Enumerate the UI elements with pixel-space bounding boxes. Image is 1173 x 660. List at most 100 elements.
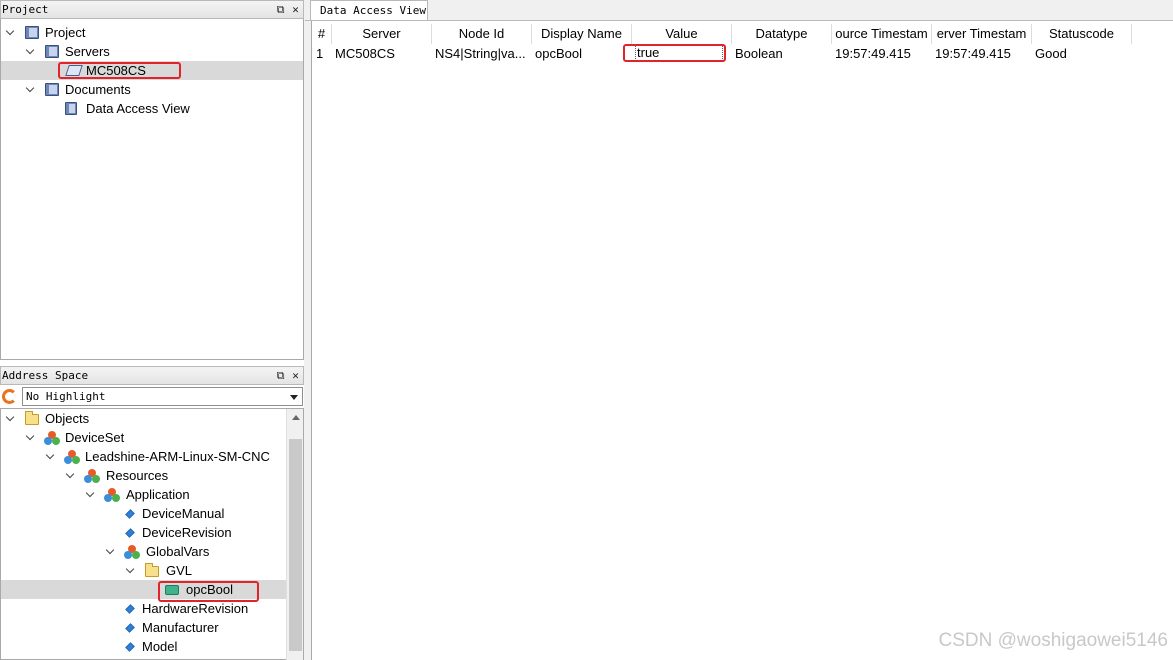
cell-index: 1 <box>316 46 324 61</box>
tree-item-servers[interactable]: Servers <box>1 42 303 61</box>
property-icon <box>125 604 135 614</box>
tree-item-label: Data Access View <box>86 101 190 116</box>
server-icon <box>65 65 83 76</box>
tree-item-opcbool[interactable]: opcBool <box>1 580 286 599</box>
cell-statuscode: Good <box>1035 46 1067 61</box>
object-icon <box>64 450 80 464</box>
project-pane-title-text: Project <box>2 3 49 16</box>
tree-item-objects[interactable]: Objects <box>1 409 286 428</box>
variable-icon <box>165 585 179 595</box>
tree-item-leadshine[interactable]: Leadshine-ARM-Linux-SM-CNC <box>1 447 286 466</box>
chevron-down-icon[interactable] <box>106 542 116 561</box>
tree-item-label: Model <box>142 639 178 654</box>
column-header-statuscode[interactable]: Statuscode <box>1032 24 1132 44</box>
document-icon <box>65 102 77 115</box>
data-access-table: # Server Node Id Display Name Value Data… <box>311 21 1173 660</box>
cell-datatype: Boolean <box>735 46 783 61</box>
highlight-select[interactable]: No Highlight <box>22 387 303 406</box>
refresh-icon[interactable] <box>2 389 17 404</box>
tree-item-label: DeviceRevision <box>142 525 232 540</box>
value-field[interactable]: true <box>635 45 723 61</box>
close-pane-icon[interactable]: ✕ <box>290 4 301 15</box>
tree-item-data-access-view[interactable]: Data Access View <box>1 99 303 118</box>
tree-item-devicerevision[interactable]: DeviceRevision <box>1 523 286 542</box>
float-pane-icon[interactable]: ⧉ <box>275 370 286 381</box>
column-header-value[interactable]: Value <box>632 24 732 44</box>
cell-server-timestamp: 19:57:49.415 <box>935 46 1011 61</box>
property-icon <box>125 528 135 538</box>
chevron-down-icon[interactable] <box>46 447 56 466</box>
tree-item-label: Objects <box>45 411 90 426</box>
property-icon <box>125 642 135 652</box>
highlight-select-value: No Highlight <box>26 390 106 403</box>
project-pane: Project ⧉ ✕ Project Servers MC508CS Docu… <box>0 0 304 360</box>
project-pane-title: Project ⧉ ✕ <box>0 0 304 19</box>
column-header-server[interactable]: Server <box>332 24 432 44</box>
column-header-server-timestamp[interactable]: erver Timestam <box>932 24 1032 44</box>
property-icon <box>125 623 135 633</box>
watermark: CSDN @woshigaowei5146 <box>938 630 1168 651</box>
column-header-node-id[interactable]: Node Id <box>432 24 532 44</box>
tree-item-label: GVL <box>166 563 193 578</box>
tree-item-label: MC508CS <box>86 63 146 78</box>
tree-item-label: GlobalVars <box>146 544 210 559</box>
address-pane-title-text: Address Space <box>2 369 89 382</box>
documents-icon <box>45 83 59 96</box>
folder-icon <box>25 411 39 425</box>
column-header-index[interactable]: # <box>312 24 332 44</box>
tree-item-gvl[interactable]: GVL <box>1 561 286 580</box>
chevron-down-icon[interactable] <box>26 428 36 447</box>
column-header-display-name[interactable]: Display Name <box>532 24 632 44</box>
address-pane-title: Address Space ⧉ ✕ <box>0 366 304 385</box>
close-pane-icon[interactable]: ✕ <box>290 370 301 381</box>
cell-server: MC508CS <box>335 46 395 61</box>
servers-icon <box>45 45 59 58</box>
tree-item-project[interactable]: Project <box>1 23 303 42</box>
chevron-down-icon[interactable] <box>86 485 96 504</box>
column-header-source-timestamp[interactable]: ource Timestam <box>832 24 932 44</box>
tree-item-devicemanual[interactable]: DeviceManual <box>1 504 286 523</box>
tree-item-label: Manufacturer <box>142 620 219 635</box>
tree-item-deviceset[interactable]: DeviceSet <box>1 428 286 447</box>
cell-node-id: NS4|String|va... <box>435 46 526 61</box>
tree-item-hardwarerevision[interactable]: HardwareRevision <box>1 599 286 618</box>
tree-item-label: Resources <box>106 468 169 483</box>
project-tree: Project Servers MC508CS Documents Data A… <box>0 19 304 360</box>
object-icon <box>124 545 140 559</box>
chevron-down-icon[interactable] <box>126 561 136 580</box>
chevron-down-icon[interactable] <box>26 80 36 99</box>
tree-item-globalvars[interactable]: GlobalVars <box>1 542 286 561</box>
scroll-thumb[interactable] <box>289 439 302 651</box>
tree-item-label: Servers <box>65 44 110 59</box>
tree-item-label: DeviceManual <box>142 506 225 521</box>
float-pane-icon[interactable]: ⧉ <box>275 4 286 15</box>
tree-item-label: DeviceSet <box>65 430 125 445</box>
tree-item-label: Documents <box>65 82 131 97</box>
tab-data-access-view[interactable]: Data Access View <box>310 0 428 20</box>
tab-strip <box>305 0 1173 21</box>
tree-item-label: Application <box>126 487 190 502</box>
tree-item-label: Project <box>45 25 86 40</box>
column-header-datatype[interactable]: Datatype <box>732 24 832 44</box>
tree-item-resources[interactable]: Resources <box>1 466 286 485</box>
tree-item-application[interactable]: Application <box>1 485 286 504</box>
tree-item-manufacturer[interactable]: Manufacturer <box>1 618 286 637</box>
object-icon <box>84 469 100 483</box>
tree-item-documents[interactable]: Documents <box>1 80 303 99</box>
object-icon <box>44 431 60 445</box>
chevron-down-icon[interactable] <box>6 409 16 428</box>
address-tree-scrollbar[interactable] <box>286 409 303 660</box>
tree-item-label: HardwareRevision <box>142 601 249 616</box>
chevron-down-icon[interactable] <box>6 23 16 42</box>
chevron-down-icon[interactable] <box>66 466 76 485</box>
dropdown-arrow-icon[interactable] <box>290 395 298 400</box>
tree-item-model[interactable]: Model <box>1 637 286 656</box>
tree-item-mc508cs[interactable]: MC508CS <box>1 61 303 80</box>
property-icon <box>125 509 135 519</box>
address-tree: Objects DeviceSet Leadshine-ARM-Linux-SM… <box>0 408 304 660</box>
tree-item-label: Leadshine-ARM-Linux-SM-CNC <box>85 449 270 464</box>
scroll-up-icon[interactable] <box>292 415 300 420</box>
chevron-down-icon[interactable] <box>26 42 36 61</box>
splitter[interactable] <box>304 0 311 660</box>
cell-source-timestamp: 19:57:49.415 <box>835 46 911 61</box>
